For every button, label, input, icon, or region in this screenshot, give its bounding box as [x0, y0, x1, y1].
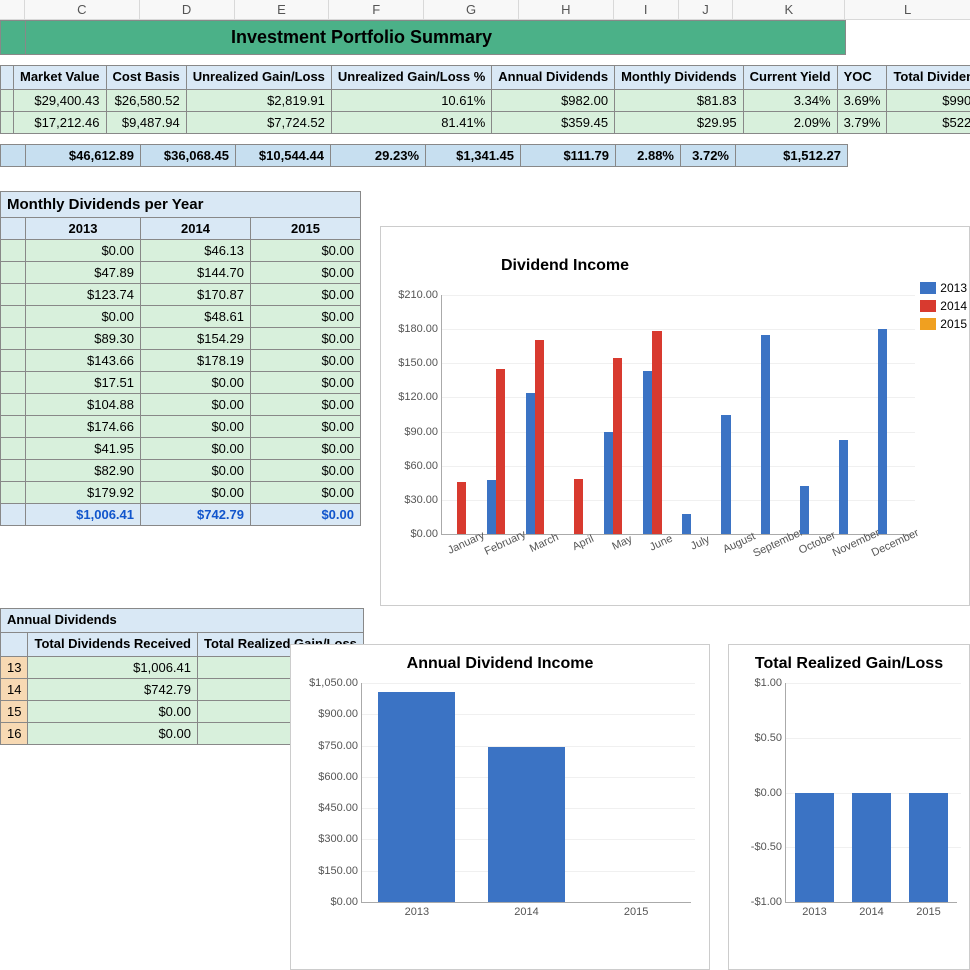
col-F[interactable]: F [329, 0, 424, 20]
table-row[interactable]: $0.00$48.61$0.00 [1, 306, 361, 328]
hdr-current-yield[interactable]: Current Yield [743, 66, 837, 90]
chart-realized-gl: Total Realized Gain/Loss -$1.00-$0.50$0.… [728, 644, 970, 970]
chart-legend: 2013 2014 2015 [920, 281, 967, 335]
table-row[interactable]: $41.95$0.00$0.00 [1, 438, 361, 460]
col-D[interactable]: D [140, 0, 235, 20]
col-K[interactable]: K [733, 0, 845, 20]
chart-title: Total Realized Gain/Loss [729, 645, 969, 677]
hdr-unrealized-gl-pct[interactable]: Unrealized Gain/Loss % [331, 66, 491, 90]
col-L[interactable]: L [845, 0, 970, 20]
summary-row-2[interactable]: $17,212.46 $9,487.94 $7,724.52 81.41% $3… [1, 111, 970, 133]
chart-title: Dividend Income [381, 227, 969, 279]
chart-title: Annual Dividend Income [291, 645, 709, 677]
chart-dividend-income: Dividend Income $0.00$30.00$60.00$90.00$… [380, 226, 970, 606]
summary-table[interactable]: Market Value Cost Basis Unrealized Gain/… [0, 65, 970, 134]
hdr-market-value[interactable]: Market Value [14, 66, 107, 90]
monthly-title: Monthly Dividends per Year [1, 191, 361, 217]
col-G[interactable]: G [424, 0, 519, 20]
table-row[interactable]: $174.66$0.00$0.00 [1, 416, 361, 438]
chart-annual-dividend: Annual Dividend Income $0.00$150.00$300.… [290, 644, 710, 970]
col-C[interactable]: C [25, 0, 140, 20]
table-row[interactable]: $47.89$144.70$0.00 [1, 262, 361, 284]
col-H[interactable]: H [519, 0, 614, 20]
table-row[interactable]: $0.00$46.13$0.00 [1, 240, 361, 262]
page-title: Investment Portfolio Summary [231, 27, 492, 48]
col-J[interactable]: J [679, 0, 734, 20]
table-row[interactable]: $82.90$0.00$0.00 [1, 460, 361, 482]
monthly-table[interactable]: Monthly Dividends per Year 2013 2014 201… [0, 191, 361, 526]
col-I[interactable]: I [614, 0, 679, 20]
summary-row-1[interactable]: $29,400.43 $26,580.52 $2,819.91 10.61% $… [1, 89, 970, 111]
hdr-yoc[interactable]: YOC [837, 66, 887, 90]
table-row[interactable]: $143.66$178.19$0.00 [1, 350, 361, 372]
table-row[interactable]: $89.30$154.29$0.00 [1, 328, 361, 350]
table-row[interactable]: $104.88$0.00$0.00 [1, 394, 361, 416]
annual-title: Annual Dividends [1, 609, 364, 633]
table-row[interactable]: $123.74$170.87$0.00 [1, 284, 361, 306]
hdr-monthly-div[interactable]: Monthly Dividends [615, 66, 744, 90]
summary-total-row[interactable]: $46,612.89 $36,068.45 $10,544.44 29.23% … [0, 144, 848, 167]
table-row[interactable]: $179.92$0.00$0.00 [1, 482, 361, 504]
hdr-cost-basis[interactable]: Cost Basis [106, 66, 186, 90]
title-table: Investment Portfolio Summary [0, 20, 846, 55]
hdr-annual-div[interactable]: Annual Dividends [492, 66, 615, 90]
column-header-row: C D E F G H I J K L [0, 0, 970, 20]
hdr-total-div[interactable]: Total Dividends [887, 66, 970, 90]
col-E[interactable]: E [235, 0, 330, 20]
table-row[interactable]: $17.51$0.00$0.00 [1, 372, 361, 394]
hdr-unrealized-gl[interactable]: Unrealized Gain/Loss [186, 66, 331, 90]
